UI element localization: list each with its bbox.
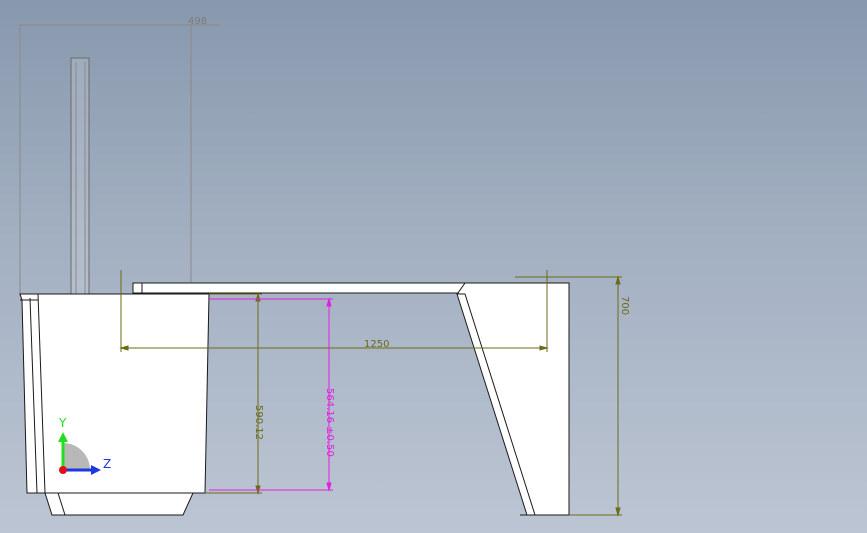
dimension-height-left[interactable] [205, 292, 262, 495]
sketch-geometry [19, 25, 192, 297]
dimension-height-pink[interactable] [209, 297, 333, 492]
dimension-span-label[interactable]: 1250 [364, 339, 389, 350]
left-cabinet-base [44, 492, 194, 516]
triad-y-label: Y [58, 416, 67, 430]
dimension-top-width[interactable]: 498 [20, 16, 220, 27]
dimension-height-right-label[interactable]: 700 [619, 296, 630, 315]
left-cabinet [19, 293, 210, 494]
right-leg-panel [457, 282, 570, 516]
dimension-height-pink-label[interactable]: 564.16 ±0.50 [324, 388, 335, 457]
triad-z-label: Z [103, 457, 111, 471]
model-body [19, 282, 570, 516]
graphics-viewport[interactable]: 498 1250 700 590.12 564.16 ±0.50 Y Z [0, 0, 867, 533]
dimension-height-left-label[interactable]: 590.12 [253, 405, 264, 440]
dimension-top-width-label[interactable]: 498 [188, 16, 207, 27]
